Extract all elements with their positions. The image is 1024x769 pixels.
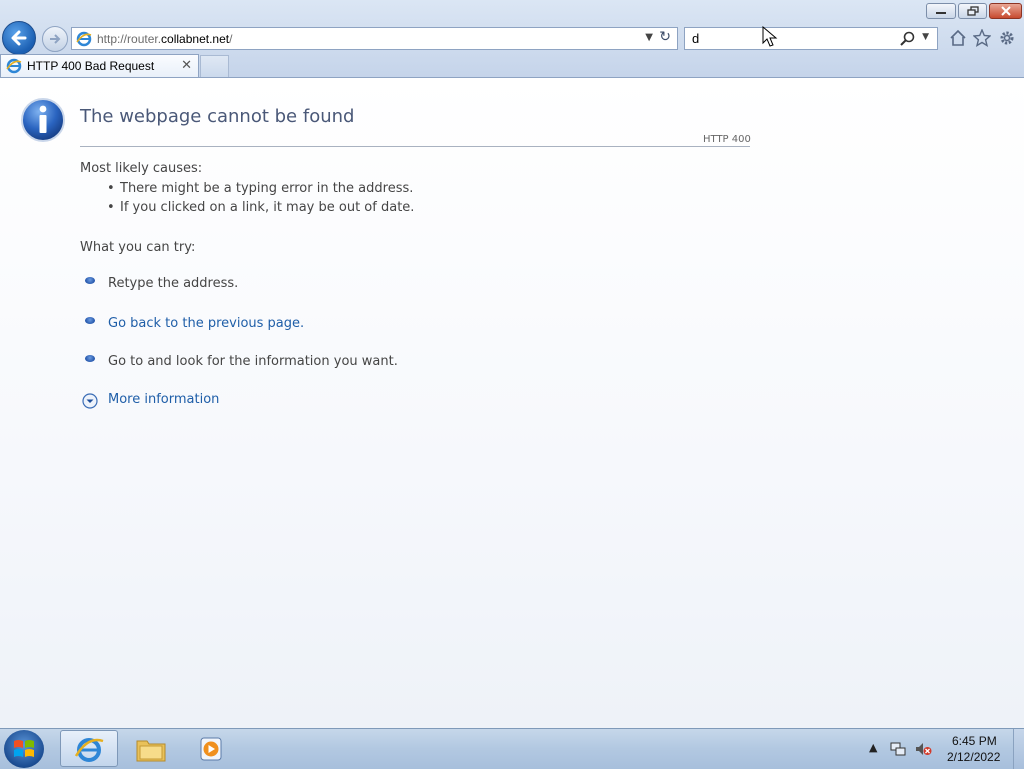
forward-button[interactable] [42,26,68,52]
page-title: The webpage cannot be found [80,106,355,127]
network-icon[interactable] [890,741,906,757]
cause-bullet: • [107,181,115,196]
cause-bullet: • [107,200,115,215]
ie-tab-icon [6,58,22,74]
tab-close-icon[interactable]: ✕ [181,58,192,73]
tab-label: HTTP 400 Bad Request [27,59,155,73]
close-window-button[interactable] [989,3,1022,19]
restore-icon [966,6,979,16]
tab-http-400[interactable]: HTTP 400 Bad Request ✕ [0,54,199,77]
address-dropdown-icon[interactable]: ▼ [645,32,653,43]
try-bullet-icon [85,277,95,284]
volume-muted-icon[interactable] [914,741,932,757]
back-button[interactable] [2,21,36,55]
search-input[interactable]: d ▼ [684,27,938,50]
info-icon [21,98,65,142]
causes-heading: Most likely causes: [80,161,203,176]
favorites-star-icon[interactable] [972,28,992,48]
try-heading: What you can try: [80,240,196,255]
cause-item: There might be a typing error in the add… [120,181,414,196]
start-button[interactable] [4,730,44,768]
taskbar: ▲ 6:45 PM 2/12/2022 [0,728,1024,769]
restore-button[interactable] [958,3,987,19]
go-to-item: Go to and look for the information you w… [108,354,398,369]
gear-icon[interactable] [997,28,1017,48]
address-bar[interactable]: http://router.collabnet.net/ ▼ ↻ [71,27,678,50]
new-tab-button[interactable] [200,55,229,77]
address-scheme: http://router. [97,31,162,46]
arrow-left-icon [11,30,27,46]
try-bullet-icon [85,355,95,362]
title-divider [80,146,750,147]
address-text[interactable]: http://router.collabnet.net/ [97,32,232,46]
http-status-code: HTTP 400 [703,134,751,145]
clock-date[interactable]: 2/12/2022 [947,750,1000,764]
address-host: collabnet.net [161,31,230,46]
minimize-icon [936,12,946,14]
show-hidden-icons-icon[interactable]: ▲ [869,741,877,754]
taskbar-explorer-button[interactable] [122,730,180,767]
refresh-icon[interactable]: ↻ [659,29,671,45]
folder-icon [136,740,166,761]
arrow-right-icon [50,34,61,44]
search-dropdown-icon[interactable]: ▼ [922,32,929,42]
retype-address-item: Retype the address. [108,276,239,291]
expand-chevron-icon[interactable] [82,393,98,409]
address-path: / [229,31,233,46]
cause-item: If you clicked on a link, it may be out … [120,200,415,215]
media-player-icon [200,737,222,760]
search-icon[interactable] [899,30,917,48]
browser-chrome: http://router.collabnet.net/ ▼ ↻ d ▼ HTT… [0,0,1024,78]
close-icon [1000,6,1011,16]
mouse-cursor-icon [762,26,778,47]
try-bullet-icon [85,317,95,324]
error-page: The webpage cannot be found HTTP 400 Mos… [0,78,1024,728]
ie-page-icon [76,31,92,46]
internet-explorer-icon [74,737,104,762]
search-text: d [692,31,700,46]
taskbar-media-player-button[interactable] [182,730,240,767]
home-icon[interactable] [948,28,968,48]
clock-time[interactable]: 6:45 PM [952,734,997,748]
taskbar-ie-button[interactable] [60,730,118,767]
minimize-button[interactable] [926,3,956,19]
show-desktop-button[interactable] [1013,729,1024,769]
go-back-link[interactable]: Go back to the previous page. [108,316,304,331]
more-information-link[interactable]: More information [108,392,219,407]
windows-logo-icon [14,740,34,757]
